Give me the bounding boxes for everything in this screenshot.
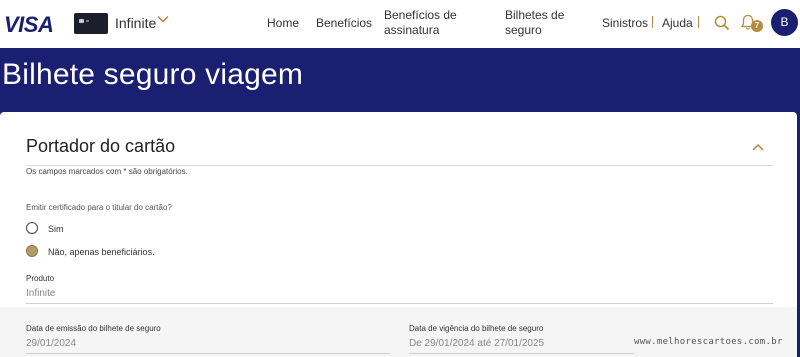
produto-label: Produto — [26, 274, 55, 283]
top-navbar: VISA Infinite Home Benefícios Benefícios… — [0, 0, 800, 48]
search-icon[interactable] — [714, 15, 730, 36]
nav-ajuda[interactable]: Ajuda — [662, 16, 693, 31]
dates-row: Data de emissão do bilhete de seguro 29/… — [0, 307, 797, 357]
form-panel: Portador do cartão Os campos marcados co… — [0, 112, 797, 307]
nav-sinistros[interactable]: Sinistros — [602, 16, 648, 31]
nav-separator — [698, 16, 699, 28]
certificate-question: Emitir certificado para o titular do car… — [26, 203, 172, 212]
chevron-down-icon[interactable] — [157, 13, 169, 25]
visa-logo[interactable]: VISA — [4, 12, 54, 38]
section-title: Portador do cartão — [26, 136, 176, 156]
notification-badge: 7 — [751, 20, 763, 32]
page-header-band: Bilhete seguro viagem — [0, 48, 800, 112]
section-divider — [26, 165, 773, 166]
nav-bilhetes-seguro-line2: seguro — [505, 23, 542, 37]
avatar[interactable]: B — [771, 9, 798, 36]
radio-sim-label[interactable]: Sim — [48, 224, 64, 234]
chevron-up-icon[interactable] — [752, 140, 764, 158]
vigencia-value: De 29/01/2024 até 27/01/2025 — [409, 338, 545, 349]
card-thumbnail[interactable] — [74, 13, 108, 34]
nav-beneficios-assinatura-line2: assinatura — [384, 23, 440, 37]
page-title: Bilhete seguro viagem — [2, 58, 304, 91]
nav-home[interactable]: Home — [267, 16, 299, 31]
nav-beneficios-assinatura[interactable]: Benefícios de assinatura — [384, 8, 457, 38]
produto-underline — [26, 303, 773, 304]
nav-bilhetes-seguro[interactable]: Bilhetes de seguro — [505, 8, 564, 38]
required-fields-note: Os campos marcados com * são obrigatório… — [26, 167, 188, 176]
vigencia-underline — [409, 353, 634, 354]
radio-nao-beneficiarios-label[interactable]: Não, apenas beneficiários. — [48, 247, 155, 257]
nav-separator — [652, 16, 653, 28]
emissao-underline — [26, 353, 390, 354]
emissao-label: Data de emissão do bilhete de seguro — [26, 324, 161, 333]
nav-beneficios[interactable]: Benefícios — [316, 16, 372, 31]
watermark: www.melhorescartoes.com.br — [634, 337, 783, 347]
radio-nao-beneficiarios[interactable] — [26, 245, 38, 257]
card-selector-label[interactable]: Infinite — [115, 15, 156, 31]
nav-beneficios-assinatura-line1: Benefícios de — [384, 8, 457, 22]
produto-value: Infinite — [26, 288, 56, 299]
emissao-value: 29/01/2024 — [26, 338, 77, 349]
vigencia-label: Data de vigência do bilhete de seguro — [409, 324, 544, 333]
radio-sim[interactable] — [26, 222, 38, 234]
nav-bilhetes-seguro-line1: Bilhetes de — [505, 8, 565, 22]
